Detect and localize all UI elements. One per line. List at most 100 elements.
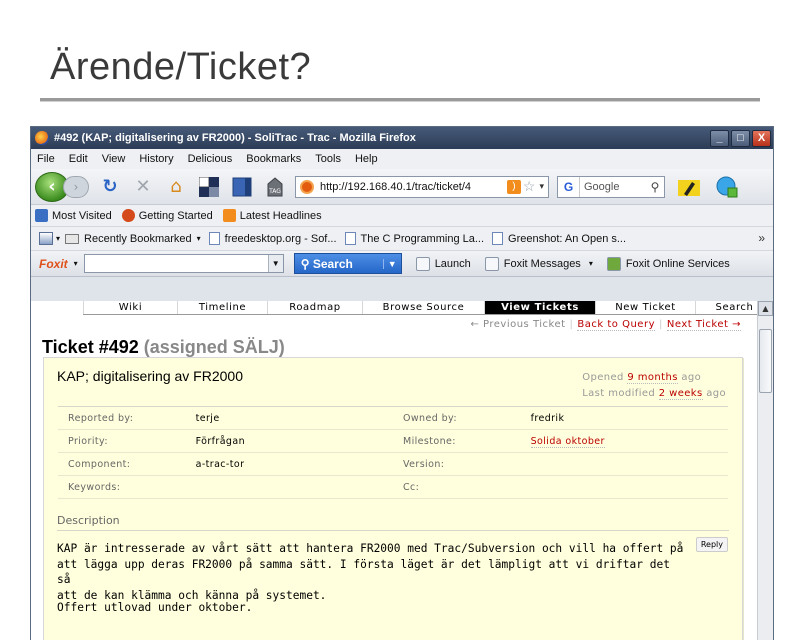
chevron-down-icon: ▾ — [196, 234, 201, 243]
property-key: Keywords: — [68, 481, 121, 493]
bookmark-greenshot[interactable]: Greenshot: An Open s... — [492, 232, 626, 245]
property-key: Milestone: — [403, 435, 456, 447]
tab-wiki[interactable]: Wiki — [83, 301, 177, 314]
bookmark-label: Greenshot: An Open s... — [508, 232, 627, 245]
tab-new-ticket[interactable]: New Ticket — [595, 301, 695, 314]
bookmark-getting-started[interactable]: Getting Started — [121, 209, 213, 222]
page-icon — [492, 232, 504, 245]
reply-button[interactable]: Reply — [695, 537, 728, 552]
menu-tools[interactable]: Tools — [315, 153, 341, 165]
foxit-search-input[interactable]: ▼ — [83, 254, 284, 273]
chevron-down-icon[interactable]: ▾ — [539, 181, 544, 192]
bookmark-label: The C Programming La... — [360, 232, 485, 245]
search-icon[interactable]: ⚲ — [646, 180, 664, 194]
star-icon[interactable]: ☆ — [523, 178, 536, 195]
opened-link[interactable]: 9 months — [627, 372, 678, 384]
maximize-button[interactable]: □ — [731, 129, 750, 147]
search-input[interactable]: G Google ⚲ — [557, 175, 665, 198]
bookmark-most-visited[interactable]: Most Visited — [35, 209, 112, 222]
delicious-icon[interactable] — [197, 175, 221, 199]
recent-bookmarks-bar: ▾ Recently Bookmarked ▾ freedesktop.org … — [31, 227, 773, 251]
foxit-logo[interactable]: Foxit — [39, 257, 68, 271]
property-row: Reported by: terje Owned by: fredrik — [58, 407, 728, 430]
next-ticket-link[interactable]: Next Ticket → — [666, 319, 741, 331]
previous-ticket-link[interactable]: ← Previous Ticket — [470, 319, 565, 330]
foxit-search-button[interactable]: ⚲ Search ▼ — [293, 253, 402, 274]
back-to-query-link[interactable]: Back to Query — [577, 319, 655, 331]
owner-value: fredrik — [530, 412, 565, 424]
tab-roadmap[interactable]: Roadmap — [267, 301, 362, 314]
opened-label: Opened — [582, 372, 624, 383]
stop-icon[interactable]: ✕ — [131, 175, 155, 199]
description-text: KAP är intresserade av vårt sätt att han… — [57, 542, 684, 602]
page-icon — [208, 232, 220, 245]
home-icon[interactable]: ⌂ — [164, 175, 188, 199]
window-titlebar[interactable]: #492 (KAP; digitalisering av FR2000) - S… — [31, 127, 773, 149]
scroll-up-icon[interactable]: ▲ — [758, 301, 773, 316]
bookmark-label: Getting Started — [138, 209, 213, 222]
menu-delicious[interactable]: Delicious — [188, 153, 233, 165]
slide-title: Ärende/Ticket? — [50, 46, 312, 88]
reporter-value: terje — [195, 412, 220, 424]
svg-text:TAG: TAG — [268, 188, 281, 195]
vertical-scrollbar[interactable]: ▲ — [757, 301, 773, 640]
foxit-messages-button[interactable]: Foxit Messages ▾ — [484, 256, 593, 271]
rss-icon[interactable]: ) — [506, 179, 521, 194]
menu-bookmarks[interactable]: Bookmarks — [246, 153, 301, 165]
reload-icon[interactable]: ↻ — [98, 175, 122, 199]
priority-value: Förfrågan — [195, 435, 245, 447]
tab-timeline[interactable]: Timeline — [177, 301, 267, 314]
property-key: Component: — [68, 458, 131, 470]
address-bar[interactable]: http://192.168.40.1/trac/ticket/4 ) ☆ ▾ — [295, 175, 549, 198]
tab-browse-source[interactable]: Browse Source — [362, 301, 484, 314]
window-title: #492 (KAP; digitalisering av FR2000) - S… — [54, 132, 416, 144]
chevron-down-icon[interactable]: ▼ — [267, 255, 283, 272]
launch-button[interactable]: Launch — [415, 256, 471, 271]
google-icon[interactable]: G — [558, 176, 580, 197]
menu-history[interactable]: History — [139, 153, 173, 165]
foxit-online-services-button[interactable]: Foxit Online Services — [606, 256, 730, 271]
bookmarks-toolbar: Most Visited Getting Started Latest Head… — [31, 205, 773, 227]
property-key: Owned by: — [403, 412, 457, 424]
highlighter-icon[interactable] — [677, 175, 701, 199]
page-content: Wiki Timeline Roadmap Browse Source View… — [31, 301, 773, 640]
property-row: Keywords: Cc: — [58, 476, 728, 499]
menu-edit[interactable]: Edit — [69, 153, 88, 165]
ago-label: ago — [681, 372, 702, 383]
chevron-down-icon[interactable]: ▼ — [382, 258, 401, 269]
forward-icon[interactable]: › — [63, 175, 89, 198]
minimize-button[interactable]: _ — [710, 129, 729, 147]
description-note: Offert utlovad under oktober. — [57, 601, 253, 614]
menu-bar: File Edit View History Delicious Bookmar… — [31, 149, 773, 169]
property-key: Priority: — [68, 435, 108, 447]
more-bookmarks-icon[interactable]: » — [758, 231, 765, 245]
bookmarks-menu-icon — [39, 232, 53, 245]
bookmark-icon[interactable] — [230, 175, 254, 199]
browser-window: #492 (KAP; digitalisering av FR2000) - S… — [30, 126, 774, 640]
slide-divider — [40, 98, 760, 102]
menu-help[interactable]: Help — [355, 153, 378, 165]
close-button[interactable]: X — [752, 129, 771, 147]
bookmark-c-programming[interactable]: The C Programming La... — [344, 232, 485, 245]
foxit-toolbar: Foxit ▾ ▼ ⚲ Search ▼ Launch Foxit Messag… — [31, 251, 773, 277]
menu-view[interactable]: View — [102, 153, 126, 165]
ago-label: ago — [706, 388, 726, 399]
bookmark-label: freedesktop.org - Sof... — [224, 232, 337, 245]
menu-file[interactable]: File — [37, 153, 55, 165]
modified-link[interactable]: 2 weeks — [658, 388, 703, 400]
chevron-down-icon[interactable]: ▾ — [74, 259, 78, 268]
recently-bookmarked-button[interactable]: ▾ Recently Bookmarked ▾ — [39, 232, 201, 245]
tag-icon[interactable]: TAG — [263, 175, 287, 199]
bookmark-freedesktop[interactable]: freedesktop.org - Sof... — [208, 232, 337, 245]
addon-icon[interactable] — [715, 175, 739, 199]
tab-view-tickets[interactable]: View Tickets — [484, 301, 595, 314]
ticket-summary: KAP; digitalisering av FR2000 — [57, 368, 243, 384]
bookmark-latest-headlines[interactable]: Latest Headlines — [222, 209, 322, 222]
page-icon — [344, 232, 356, 245]
chevron-down-icon: ▾ — [588, 259, 593, 268]
most-visited-icon — [35, 209, 48, 222]
scroll-thumb[interactable] — [759, 329, 772, 393]
description-divider — [57, 530, 729, 531]
tab-back-icon — [65, 233, 80, 244]
milestone-link[interactable]: Solida oktober — [530, 435, 728, 448]
